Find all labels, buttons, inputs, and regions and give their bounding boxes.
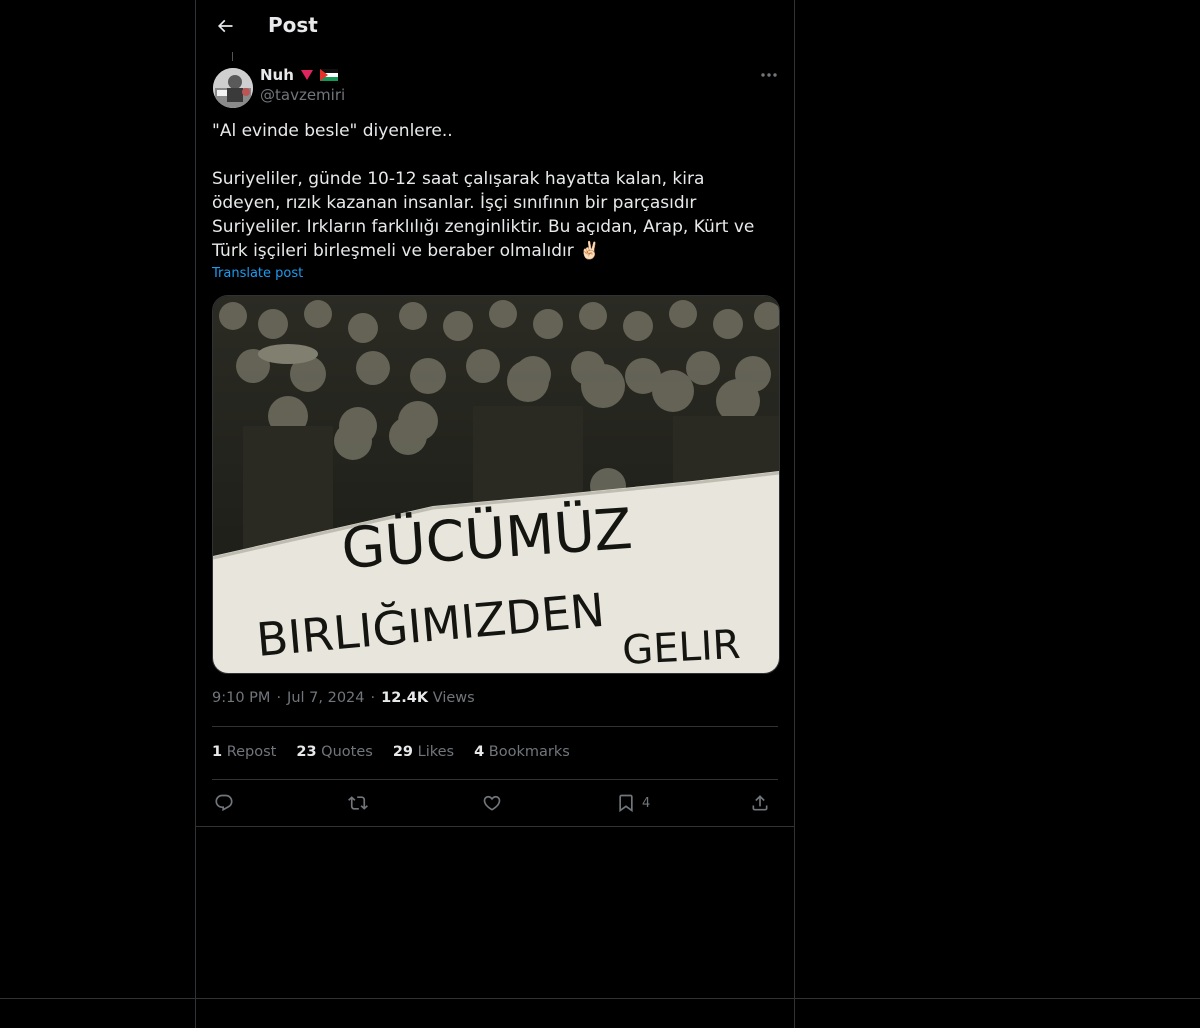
reply-icon (215, 794, 233, 812)
author-handle[interactable]: @tavzemiri (260, 86, 345, 104)
quotes-stat[interactable]: 23 Quotes (296, 744, 372, 760)
author-name-row: Nuh (260, 65, 338, 85)
bookmark-count: 4 (642, 795, 651, 811)
thread-connector (232, 52, 233, 61)
post-text-line1: "Al evinde besle" diyenlere.. (212, 121, 453, 141)
quotes-label: Quotes (321, 744, 373, 760)
action-bar: 4 (212, 788, 778, 818)
repost-icon (348, 796, 368, 810)
reposts-label: Repost (226, 744, 277, 760)
translate-post-link[interactable]: Translate post (212, 266, 303, 281)
post-date[interactable]: Jul 7, 2024 (287, 690, 364, 706)
palestine-flag-icon (319, 69, 338, 81)
author-display-name[interactable]: Nuh (260, 66, 294, 84)
share-icon (752, 795, 768, 811)
back-arrow-icon (217, 19, 233, 33)
bottom-rule (0, 998, 1200, 999)
heart-icon (483, 795, 501, 811)
quotes-count: 23 (296, 744, 317, 760)
meta-separator: · (276, 690, 282, 706)
bookmark-button[interactable]: 4 (616, 788, 650, 818)
post-bottom-border (196, 826, 794, 827)
post-text: "Al evinde besle" diyenlere.. Suriyelile… (212, 119, 778, 263)
post-stats: 1 Repost 23 Quotes 29 Likes 4 Bookmarks (212, 744, 570, 760)
like-button[interactable] (482, 788, 502, 818)
views[interactable]: 12.4K Views (381, 690, 475, 706)
bookmarks-stat[interactable]: 4 Bookmarks (474, 744, 570, 760)
bookmarks-count: 4 (474, 744, 485, 760)
back-button[interactable] (208, 9, 242, 43)
main-column: Post Nuh @tavzemiri "Al evinde besle" di… (195, 0, 795, 1028)
page: Post Nuh @tavzemiri "Al evinde besle" di… (0, 0, 1200, 1028)
red-heart-down-icon (300, 70, 313, 80)
divider (212, 726, 778, 727)
protest-photo: GÜCÜMÜZ BIRLIĞIMIZDEN GELIR (213, 296, 779, 673)
meta-separator: · (370, 690, 376, 706)
post-meta: 9:10 PM · Jul 7, 2024 · 12.4K Views (212, 690, 475, 706)
likes-count: 29 (392, 744, 413, 760)
avatar-image (213, 68, 253, 108)
views-label: Views (432, 690, 475, 706)
avatar[interactable] (213, 68, 253, 108)
post-text-body: Suriyeliler, günde 10-12 saat çalışarak … (212, 169, 755, 261)
reposts-stat[interactable]: 1 Repost (212, 744, 276, 760)
reply-button[interactable] (214, 788, 234, 818)
share-button[interactable] (750, 788, 770, 818)
reposts-count: 1 (212, 744, 223, 760)
divider (212, 779, 778, 780)
page-title: Post (268, 13, 318, 37)
post-time[interactable]: 9:10 PM (212, 690, 270, 706)
bookmarks-label: Bookmarks (488, 744, 570, 760)
views-count: 12.4K (381, 690, 429, 706)
likes-label: Likes (417, 744, 455, 760)
likes-stat[interactable]: 29 Likes (393, 744, 454, 760)
banner-text-line3: GELIR (621, 622, 741, 673)
post-header: Post (196, 0, 794, 53)
post-image[interactable]: GÜCÜMÜZ BIRLIĞIMIZDEN GELIR (212, 295, 780, 674)
more-horizontal-icon (761, 73, 777, 77)
more-options-button[interactable] (756, 62, 782, 88)
bookmark-icon (619, 794, 633, 813)
repost-button[interactable] (348, 788, 368, 818)
